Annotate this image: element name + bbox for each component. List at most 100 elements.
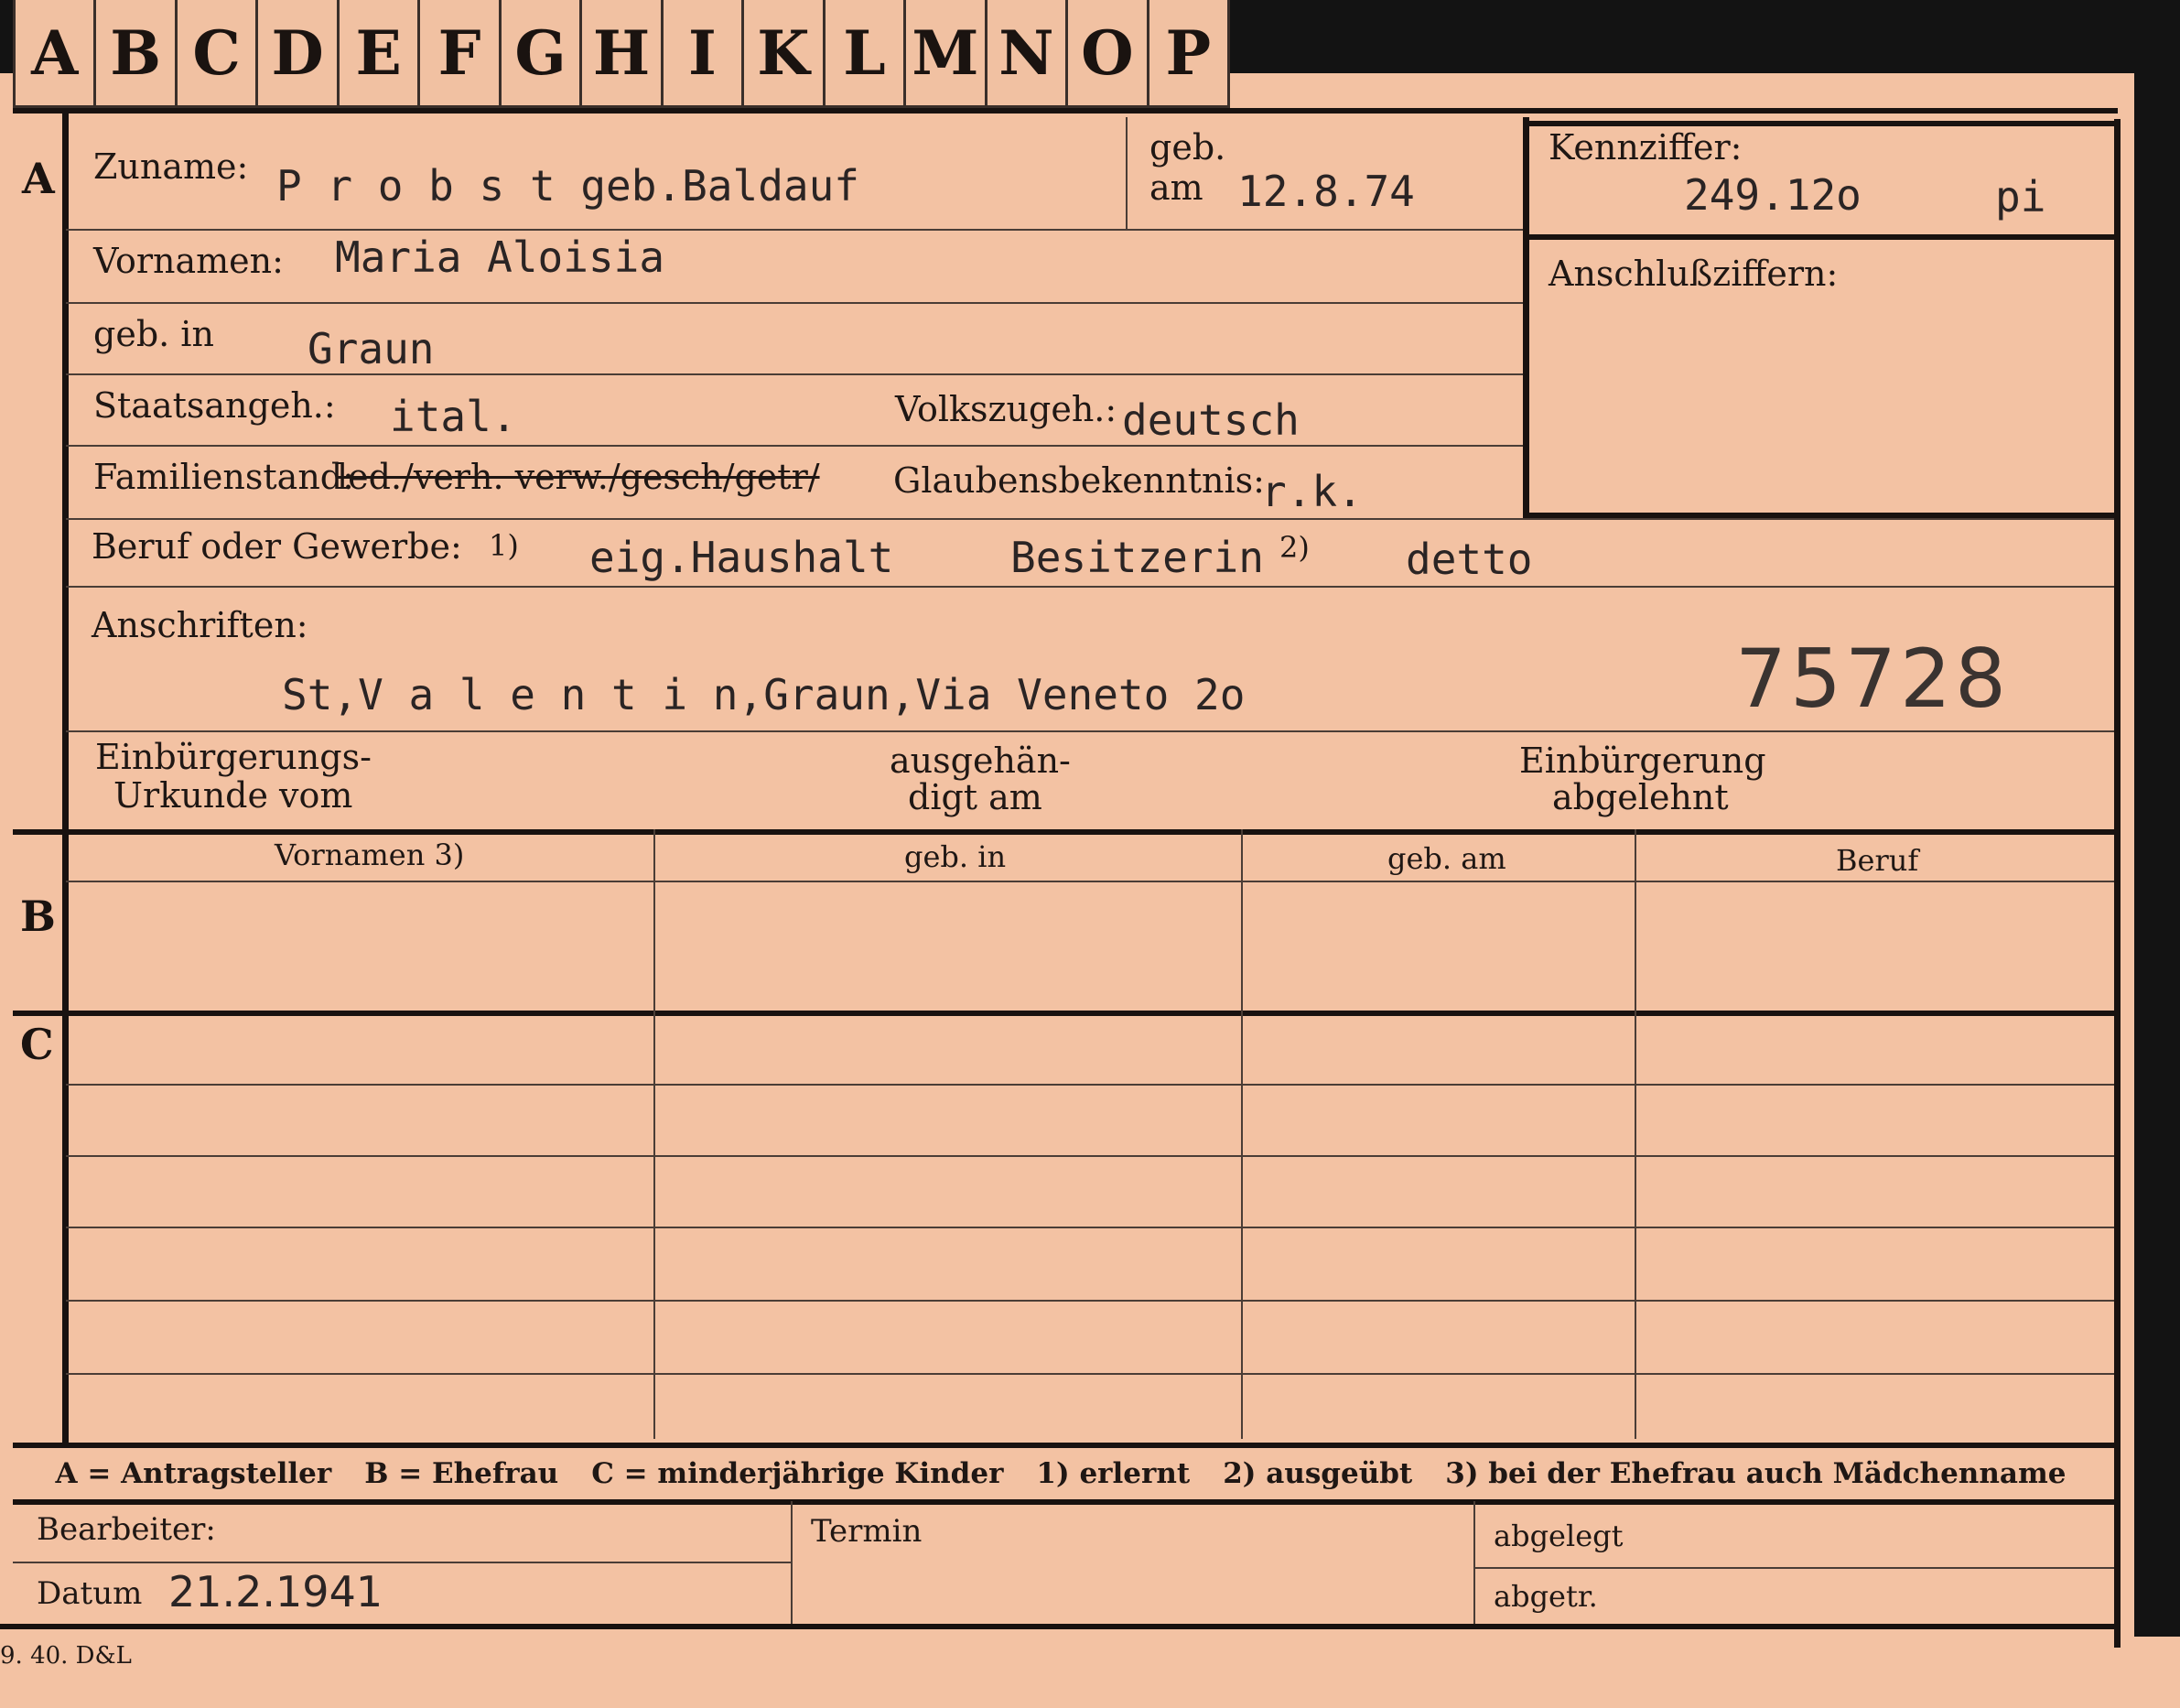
footer-mid-left — [13, 1562, 791, 1563]
c-row-4 — [66, 1300, 2114, 1302]
occupation-practiced-2-value: detto — [1406, 535, 1533, 584]
naturalization-doc-label-1: Einbürgerungs- — [95, 737, 372, 777]
footnote-1-mark: 1) — [489, 528, 519, 563]
section-b-header-line — [66, 881, 2114, 882]
left-margin-rule — [62, 108, 69, 1444]
naturalization-doc-label-2: Urkunde vom — [113, 775, 353, 816]
tab-letter-l: L — [825, 0, 907, 108]
handed-label-1: ausgehän- — [890, 740, 1071, 781]
col-firstnames: Vornamen 3) — [275, 838, 465, 872]
clerk-label: Bearbeiter: — [37, 1511, 216, 1548]
col-birthdate: geb. am — [1387, 841, 1506, 876]
tab-letter-d: D — [258, 0, 340, 108]
tab-letter-n: N — [987, 0, 1069, 108]
date-label: Datum — [37, 1575, 143, 1612]
row-line-7 — [66, 730, 2114, 732]
filed-label: abgelegt — [1494, 1519, 1624, 1553]
legend-practiced: 2) ausgeübt — [1223, 1457, 1413, 1490]
legend-b: B = Ehefrau — [364, 1457, 559, 1490]
religion-label: Glaubensbekenntnis: — [893, 460, 1265, 501]
legend-bottom — [13, 1499, 2118, 1505]
tab-letter-f: F — [420, 0, 502, 108]
legend-c: C = minderjährige Kinder — [591, 1457, 1004, 1490]
section-c-letter: C — [20, 1020, 54, 1069]
born-divider — [1126, 117, 1128, 231]
row-line-4 — [66, 445, 1523, 447]
firstnames-value: Maria Aloisia — [335, 232, 665, 282]
row-line-3 — [66, 373, 1523, 375]
col-divider-3 — [1635, 829, 1636, 1439]
born-date-value: 12.8.74 — [1237, 167, 1415, 216]
id-suffix: pi — [1995, 172, 2046, 222]
footer-bottom — [0, 1624, 2120, 1629]
row-line-1 — [66, 229, 1523, 231]
row-line-6 — [66, 586, 2114, 588]
tab-letter-g: G — [501, 0, 583, 108]
row-line-2 — [66, 302, 1523, 304]
right-border — [2114, 119, 2121, 1648]
born-label-2: am — [1149, 168, 1203, 208]
marital-label: Familienstand: — [93, 457, 354, 497]
surname-value: P r o b s t geb.Baldauf — [276, 161, 859, 211]
address-value: St,V a l e n t i n,Graun,Via Veneto 2o — [282, 670, 1246, 719]
handed-label-2: digt am — [908, 777, 1042, 817]
legend-learned: 1) erlernt — [1036, 1457, 1191, 1490]
tab-letter-p: P — [1149, 0, 1231, 108]
date-value: 21.2.1941 — [168, 1567, 383, 1616]
tab-letter-h: H — [582, 0, 664, 108]
tab-letter-m: M — [906, 0, 987, 108]
rejected-label-2: abgelehnt — [1552, 777, 1729, 817]
card-bottom-strip — [0, 1637, 2180, 1708]
id-box-left — [1523, 117, 1529, 520]
tab-letter-o: O — [1068, 0, 1149, 108]
ethnicity-label: Volkszugeh.: — [895, 389, 1117, 429]
footer-divider-1 — [791, 1501, 793, 1626]
footer-divider-2 — [1473, 1501, 1475, 1626]
legend: A = Antragsteller B = Ehefrau C = minder… — [13, 1450, 2109, 1497]
row-line-5 — [66, 518, 2114, 520]
tab-letter-a: A — [13, 0, 97, 108]
c-row-2 — [66, 1155, 2114, 1157]
born-label-1: geb. — [1149, 127, 1226, 168]
c-row-3 — [66, 1227, 2114, 1228]
tab-letter-b: B — [96, 0, 178, 108]
footer-mid-right — [1475, 1567, 2114, 1569]
footnote-2-mark: 2) — [1279, 530, 1310, 565]
id-label: Kennziffer: — [1549, 127, 1743, 168]
rejected-label-1: Einbürgerung — [1519, 740, 1766, 781]
legend-a: A = Antragsteller — [55, 1457, 332, 1490]
occupation-label: Beruf oder Gewerbe: — [92, 526, 462, 567]
c-row-5 — [66, 1373, 2114, 1375]
section-b-top — [13, 829, 2118, 835]
section-c-top — [13, 1011, 2118, 1016]
legend-top — [13, 1443, 2118, 1448]
marital-options: led./verh. verw./gesch/getr/ — [337, 457, 820, 497]
c-row-1 — [66, 1084, 2114, 1086]
linked-ids-label: Anschlußziffern: — [1549, 254, 1839, 294]
filed2-label: abgetr. — [1494, 1579, 1598, 1614]
ethnicity-value: deutsch — [1122, 395, 1300, 445]
deadline-label: Termin — [811, 1513, 923, 1550]
birthplace-value: Graun — [308, 324, 435, 373]
tab-letter-e: E — [339, 0, 421, 108]
address-label: Anschriften: — [92, 605, 308, 645]
citizenship-value: ital. — [390, 392, 517, 441]
tab-letter-c: C — [177, 0, 259, 108]
col-occupation: Beruf — [1836, 843, 1919, 878]
id-box-top — [1523, 121, 2120, 126]
col-birthplace: geb. in — [904, 839, 1007, 874]
record-number: 75728 — [1735, 632, 2010, 726]
col-divider-2 — [1241, 829, 1243, 1439]
firstnames-label: Vornamen: — [93, 241, 284, 281]
tab-letter-k: K — [744, 0, 826, 108]
id-box-mid — [1523, 234, 2120, 240]
id-value: 249.12o — [1684, 170, 1862, 220]
birthplace-label: geb. in — [93, 314, 214, 354]
occupation-practiced-value: Besitzerin — [1010, 533, 1264, 582]
section-a-letter: A — [22, 154, 55, 203]
legend-maiden-name: 3) bei der Ehefrau auch Mädchenname — [1445, 1457, 2067, 1490]
card-top-border — [13, 108, 2118, 114]
religion-value: r.k. — [1261, 467, 1363, 516]
alphabet-tabs: ABCDEFGHIKLMNOP — [13, 0, 1231, 108]
occupation-learned-value: eig.Haushalt — [589, 533, 894, 582]
